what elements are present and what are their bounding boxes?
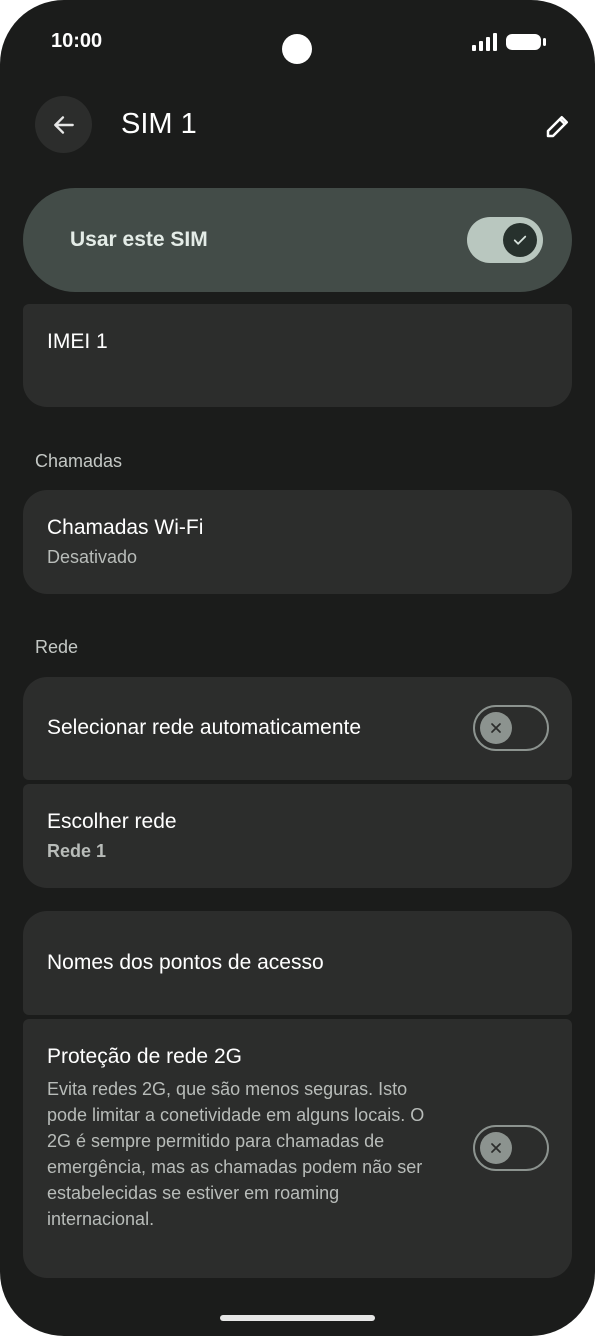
status-bar: 10:00 (0, 0, 595, 90)
wifi-calling-card[interactable]: Chamadas Wi-Fi Desativado (23, 490, 572, 594)
wifi-calling-title: Chamadas Wi-Fi (47, 516, 204, 539)
switch-knob (503, 223, 537, 257)
status-time: 10:00 (51, 30, 103, 52)
protection-2g-title: Proteção de rede 2G (47, 1045, 242, 1068)
choose-network-card[interactable]: Escolher rede Rede 1 (23, 784, 572, 888)
arrow-left-icon (53, 115, 74, 134)
switch-knob (480, 1132, 512, 1164)
section-header-network: Rede (35, 637, 79, 657)
battery-icon (506, 34, 546, 50)
section-header-calls: Chamadas (35, 451, 123, 471)
home-indicator[interactable] (220, 1315, 375, 1321)
close-icon (491, 1143, 501, 1153)
pencil-icon (546, 116, 568, 138)
choose-network-title: Escolher rede (47, 810, 177, 833)
auto-network-title: Selecionar rede automaticamente (47, 716, 362, 739)
imei-title: IMEI 1 (47, 330, 108, 353)
use-sim-label: Usar este SIM (70, 228, 208, 251)
use-sim-switch[interactable] (467, 217, 543, 263)
check-icon (513, 235, 527, 245)
protection-2g-description: Evita redes 2G, que são menos seguras. I… (47, 1079, 425, 1229)
app-bar: SIM 1 (0, 90, 595, 160)
page-title: SIM 1 (121, 108, 197, 140)
auto-network-row[interactable]: Selecionar rede automaticamente (23, 677, 572, 780)
signal-icon (472, 33, 497, 51)
protection-2g-switch[interactable] (473, 1125, 549, 1171)
camera-cutout (282, 34, 312, 64)
phone-screen: 10:00 SIM 1 Usar este SIM IMEI 1 Chamada… (0, 0, 595, 1336)
close-icon (491, 723, 501, 733)
apn-title: Nomes dos pontos de acesso (47, 951, 324, 974)
choose-network-subtitle: Rede 1 (47, 841, 107, 861)
back-button[interactable] (35, 96, 92, 153)
switch-knob (480, 712, 512, 744)
auto-network-switch[interactable] (473, 705, 549, 751)
apn-card[interactable]: Nomes dos pontos de acesso (23, 911, 572, 1015)
protection-2g-row[interactable]: Proteção de rede 2G Evita redes 2G, que … (23, 1019, 572, 1278)
imei-card[interactable]: IMEI 1 (23, 304, 572, 407)
edit-button[interactable] (540, 108, 576, 144)
wifi-calling-subtitle: Desativado (47, 547, 138, 567)
use-sim-toggle-row[interactable]: Usar este SIM (23, 188, 572, 292)
